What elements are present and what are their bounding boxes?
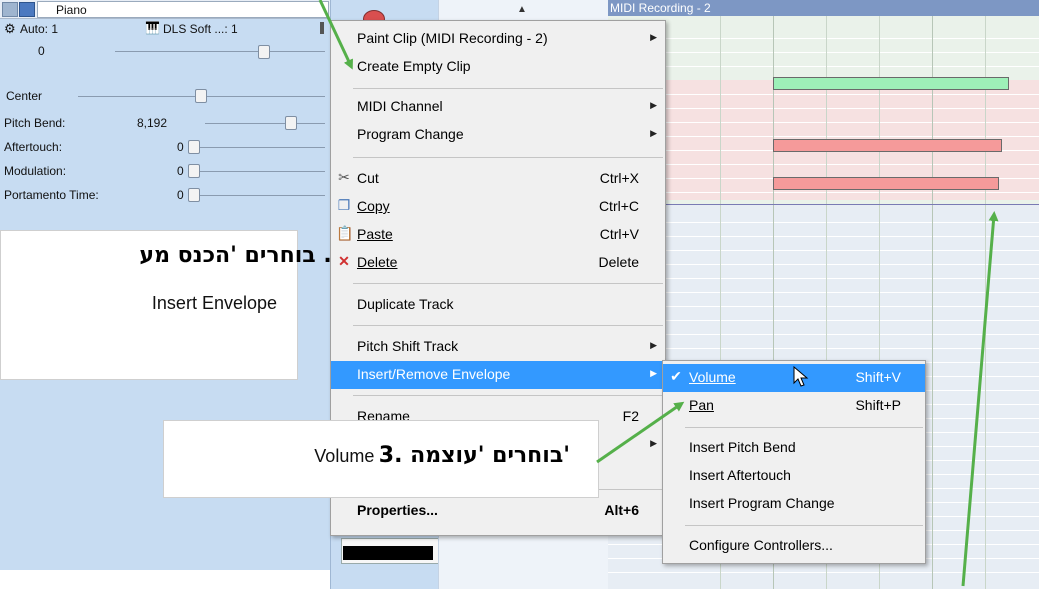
annotation-arrows (318, 0, 999, 587)
